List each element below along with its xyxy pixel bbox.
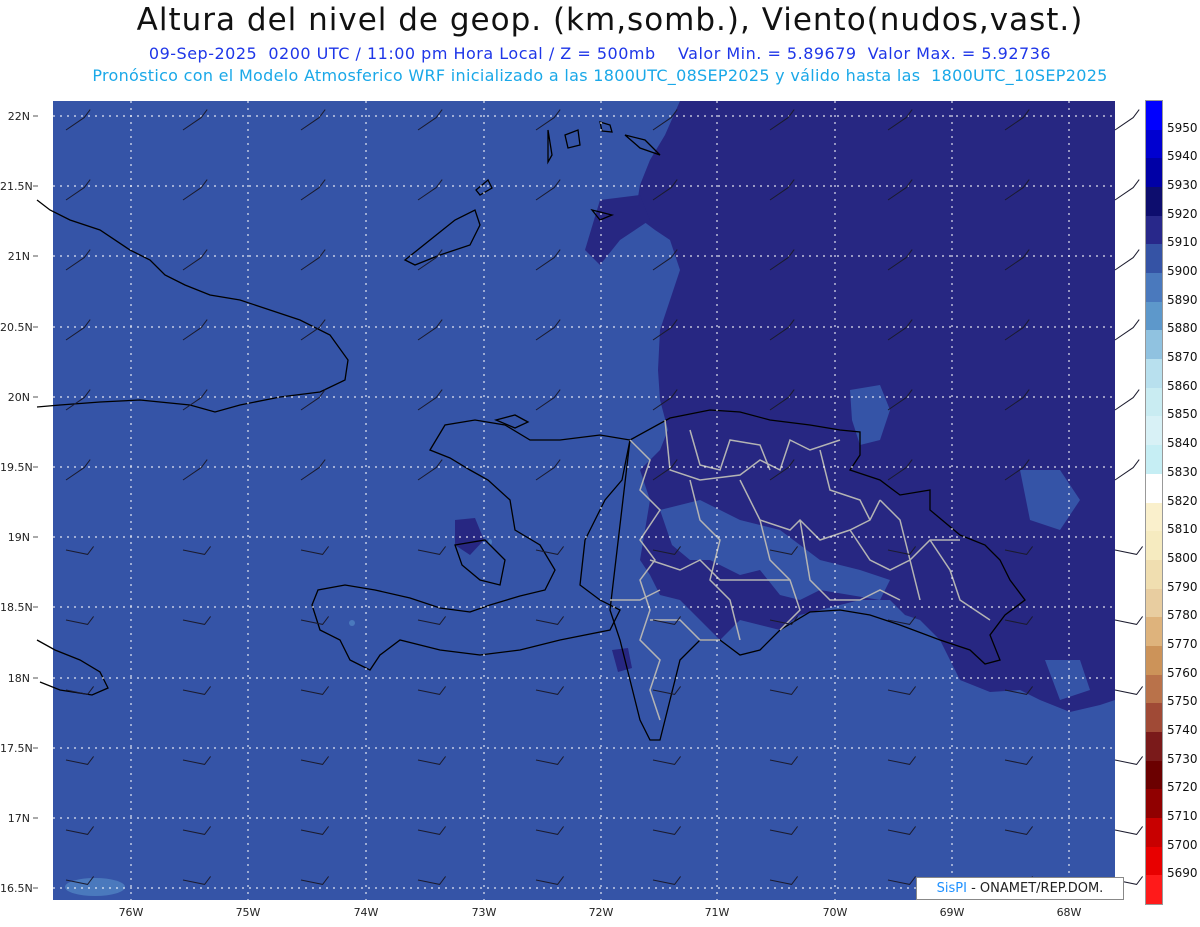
colorbar-label: 5740 [1167, 722, 1198, 737]
colorbar-swatch [1146, 301, 1162, 331]
colorbar-swatch [1146, 846, 1162, 876]
lon-label: 72W [588, 906, 614, 919]
lon-label: 74W [353, 906, 379, 919]
colorbar-swatch [1146, 875, 1162, 905]
colorbar-swatch [1146, 416, 1162, 446]
wind-barb [1114, 459, 1140, 481]
colorbar-label: 5870 [1167, 350, 1198, 365]
lat-label: 21.5N [0, 180, 33, 193]
wind-barb [1114, 756, 1143, 765]
colorbar-swatch [1146, 244, 1162, 274]
colorbar-swatch [1146, 588, 1162, 618]
colorbar-swatch [1146, 101, 1162, 131]
wind-barb [1114, 826, 1143, 835]
colorbar-swatch [1146, 789, 1162, 819]
colorbar-label: 5810 [1167, 522, 1198, 537]
lat-label: 16.5N [0, 882, 33, 895]
colorbar-swatch [1146, 187, 1162, 217]
colorbar-label: 5760 [1167, 665, 1198, 680]
colorbar-label: 5700 [1167, 837, 1198, 852]
colorbar-swatch [1146, 502, 1162, 532]
lat-label: 19N [7, 531, 30, 544]
lat-label: 22N [7, 110, 30, 123]
colorbar-swatch [1146, 359, 1162, 389]
colorbar-swatch [1146, 731, 1162, 762]
colorbar-label: 5840 [1167, 436, 1198, 451]
lat-label: 17N [7, 812, 30, 825]
colorbar-swatch [1146, 387, 1162, 417]
lat-label: 18N [7, 672, 30, 685]
colorbar-label: 5940 [1167, 149, 1198, 164]
colorbar-swatch [1146, 445, 1162, 475]
colorbar-swatch [1146, 531, 1162, 561]
colorbar-label: 5730 [1167, 751, 1198, 766]
colorbar-swatch [1146, 129, 1162, 159]
colorbar-label: 5880 [1167, 321, 1198, 336]
axis-ticks [33, 115, 38, 889]
wind-barb [1114, 389, 1140, 411]
lat-label: 21N [7, 250, 30, 263]
colorbar [1145, 100, 1163, 905]
colorbar-swatch [1146, 158, 1162, 188]
colorbar-label: 5770 [1167, 636, 1198, 651]
wind-barb [1114, 686, 1143, 695]
colorbar-label: 5790 [1167, 579, 1198, 594]
lon-label: 69W [939, 906, 965, 919]
colorbar-label: 5900 [1167, 264, 1198, 279]
lat-label: 20N [7, 391, 30, 404]
colorbar-swatch [1146, 215, 1162, 245]
lat-label: 19.5N [0, 461, 33, 474]
map-area [33, 101, 1143, 900]
wind-barb [1114, 319, 1140, 341]
credit-text: - ONAMET/REP.DOM. [971, 881, 1104, 896]
colorbar-label: 5720 [1167, 780, 1198, 795]
lon-label: 71W [704, 906, 730, 919]
wind-barb [1114, 109, 1140, 131]
lon-label: 70W [822, 906, 848, 919]
colorbar-swatch [1146, 703, 1162, 733]
wind-barb [1114, 616, 1143, 625]
colorbar-label: 5830 [1167, 464, 1198, 479]
colorbar-label: 5800 [1167, 550, 1198, 565]
colorbar-label: 5820 [1167, 493, 1198, 508]
colorbar-swatch [1146, 330, 1162, 360]
colorbar-label: 5850 [1167, 407, 1198, 422]
colorbar-swatch [1146, 473, 1162, 503]
geopotential-lighter-patch [349, 620, 355, 626]
wind-barb [1114, 546, 1143, 555]
colorbar-label: 5780 [1167, 608, 1198, 623]
lat-label: 18.5N [0, 601, 33, 614]
colorbar-swatch [1146, 617, 1162, 647]
credit-brand: SisPI [936, 881, 967, 896]
wind-barb [1114, 179, 1140, 201]
colorbar-label: 5920 [1167, 206, 1198, 221]
lat-label: 20.5N [0, 321, 33, 334]
colorbar-swatch [1146, 559, 1162, 590]
colorbar-label: 5690 [1167, 866, 1198, 881]
lon-label: 73W [471, 906, 497, 919]
credit-box: SisPI - ONAMET/REP.DOM. [916, 877, 1124, 900]
colorbar-label: 5910 [1167, 235, 1198, 250]
colorbar-label: 5890 [1167, 292, 1198, 307]
colorbar-swatch [1146, 817, 1162, 848]
lon-label: 75W [235, 906, 261, 919]
colorbar-swatch [1146, 760, 1162, 790]
geopotential-lighter-patch [65, 878, 125, 896]
colorbar-swatch [1146, 645, 1162, 676]
lon-label: 68W [1056, 906, 1082, 919]
colorbar-swatch [1146, 674, 1162, 704]
lat-label: 17.5N [0, 742, 33, 755]
wind-barb [1114, 249, 1140, 271]
colorbar-swatch [1146, 273, 1162, 303]
colorbar-label: 5950 [1167, 120, 1198, 135]
colorbar-label: 5750 [1167, 694, 1198, 709]
colorbar-label: 5930 [1167, 178, 1198, 193]
colorbar-label: 5860 [1167, 378, 1198, 393]
colorbar-label: 5710 [1167, 808, 1198, 823]
lon-label: 76W [118, 906, 144, 919]
